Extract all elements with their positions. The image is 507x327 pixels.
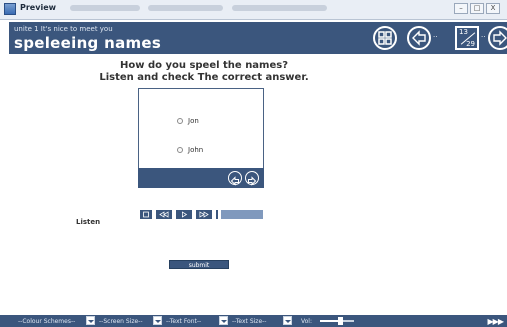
blurred-text xyxy=(148,5,223,11)
page-counter: 13 29 xyxy=(455,26,479,50)
window-title: Preview xyxy=(20,3,57,12)
option-jon[interactable]: Jon xyxy=(177,117,199,125)
window-titlebar: Preview – □ X xyxy=(0,0,507,20)
submit-button[interactable]: submit xyxy=(169,260,229,269)
back-arrow-icon[interactable] xyxy=(228,171,242,186)
text-size-dropdown[interactable] xyxy=(283,316,292,325)
close-button[interactable]: X xyxy=(486,3,500,14)
fast-forward-icon[interactable] xyxy=(195,209,213,220)
page-current: 13 xyxy=(459,28,468,36)
text-size-label: --Text Size-- xyxy=(232,318,267,325)
text-font-dropdown[interactable] xyxy=(219,316,228,325)
blurred-text xyxy=(232,5,327,11)
colour-schemes-dropdown[interactable] xyxy=(86,316,95,325)
screen-size-label: --Screen Size-- xyxy=(99,318,143,325)
page-total: 29 xyxy=(466,40,475,48)
maximize-button[interactable]: □ xyxy=(470,3,484,14)
minimize-button[interactable]: – xyxy=(454,3,468,14)
audio-progress-bar[interactable] xyxy=(221,210,263,219)
option-label: Jon xyxy=(188,117,199,125)
menu-grid-icon[interactable] xyxy=(373,26,397,50)
forward-arrow-icon[interactable] xyxy=(488,26,507,50)
volume-fill xyxy=(320,320,341,322)
dots-separator: ·· xyxy=(481,33,486,41)
unit-title: unite 1 It's nice to meet you xyxy=(14,25,113,33)
forward-arrow-icon[interactable] xyxy=(245,171,259,186)
audio-player xyxy=(139,209,263,220)
preview-app-icon xyxy=(4,3,16,15)
option-label: John xyxy=(188,146,204,154)
question-text: How do you speel the names? Listen and c… xyxy=(9,60,399,84)
blurred-text xyxy=(70,5,140,11)
lesson-topic: speleeing names xyxy=(14,34,162,52)
fast-forward-icon[interactable]: ▶▶▶ xyxy=(488,317,505,326)
text-font-label: --Text Font-- xyxy=(166,318,202,325)
back-arrow-icon[interactable] xyxy=(407,26,431,50)
colour-schemes-label: --Colour Schemes-- xyxy=(18,318,76,325)
question-line-2: Listen and check The correct answer. xyxy=(99,72,309,83)
lesson-content: How do you speel the names? Listen and c… xyxy=(9,54,507,314)
progress-marker xyxy=(215,209,219,220)
play-icon[interactable] xyxy=(175,209,193,220)
option-john[interactable]: John xyxy=(177,146,203,154)
dots-separator: ·· xyxy=(433,33,438,41)
screen-size-dropdown[interactable] xyxy=(153,316,162,325)
volume-label: Vol: xyxy=(301,318,312,325)
volume-knob[interactable] xyxy=(338,317,344,325)
answer-nav-bar xyxy=(138,168,264,188)
radio-button[interactable] xyxy=(177,118,183,124)
question-line-1: How do you speel the names? xyxy=(119,60,289,71)
radio-button[interactable] xyxy=(177,147,183,153)
rewind-icon[interactable] xyxy=(155,209,173,220)
volume-slider[interactable] xyxy=(320,317,354,325)
stop-icon[interactable] xyxy=(139,209,153,220)
settings-footer: --Colour Schemes-- --Screen Size-- --Tex… xyxy=(0,315,507,327)
listen-label: Listen xyxy=(76,218,101,226)
lesson-header: unite 1 It's nice to meet you speleeing … xyxy=(9,22,507,54)
